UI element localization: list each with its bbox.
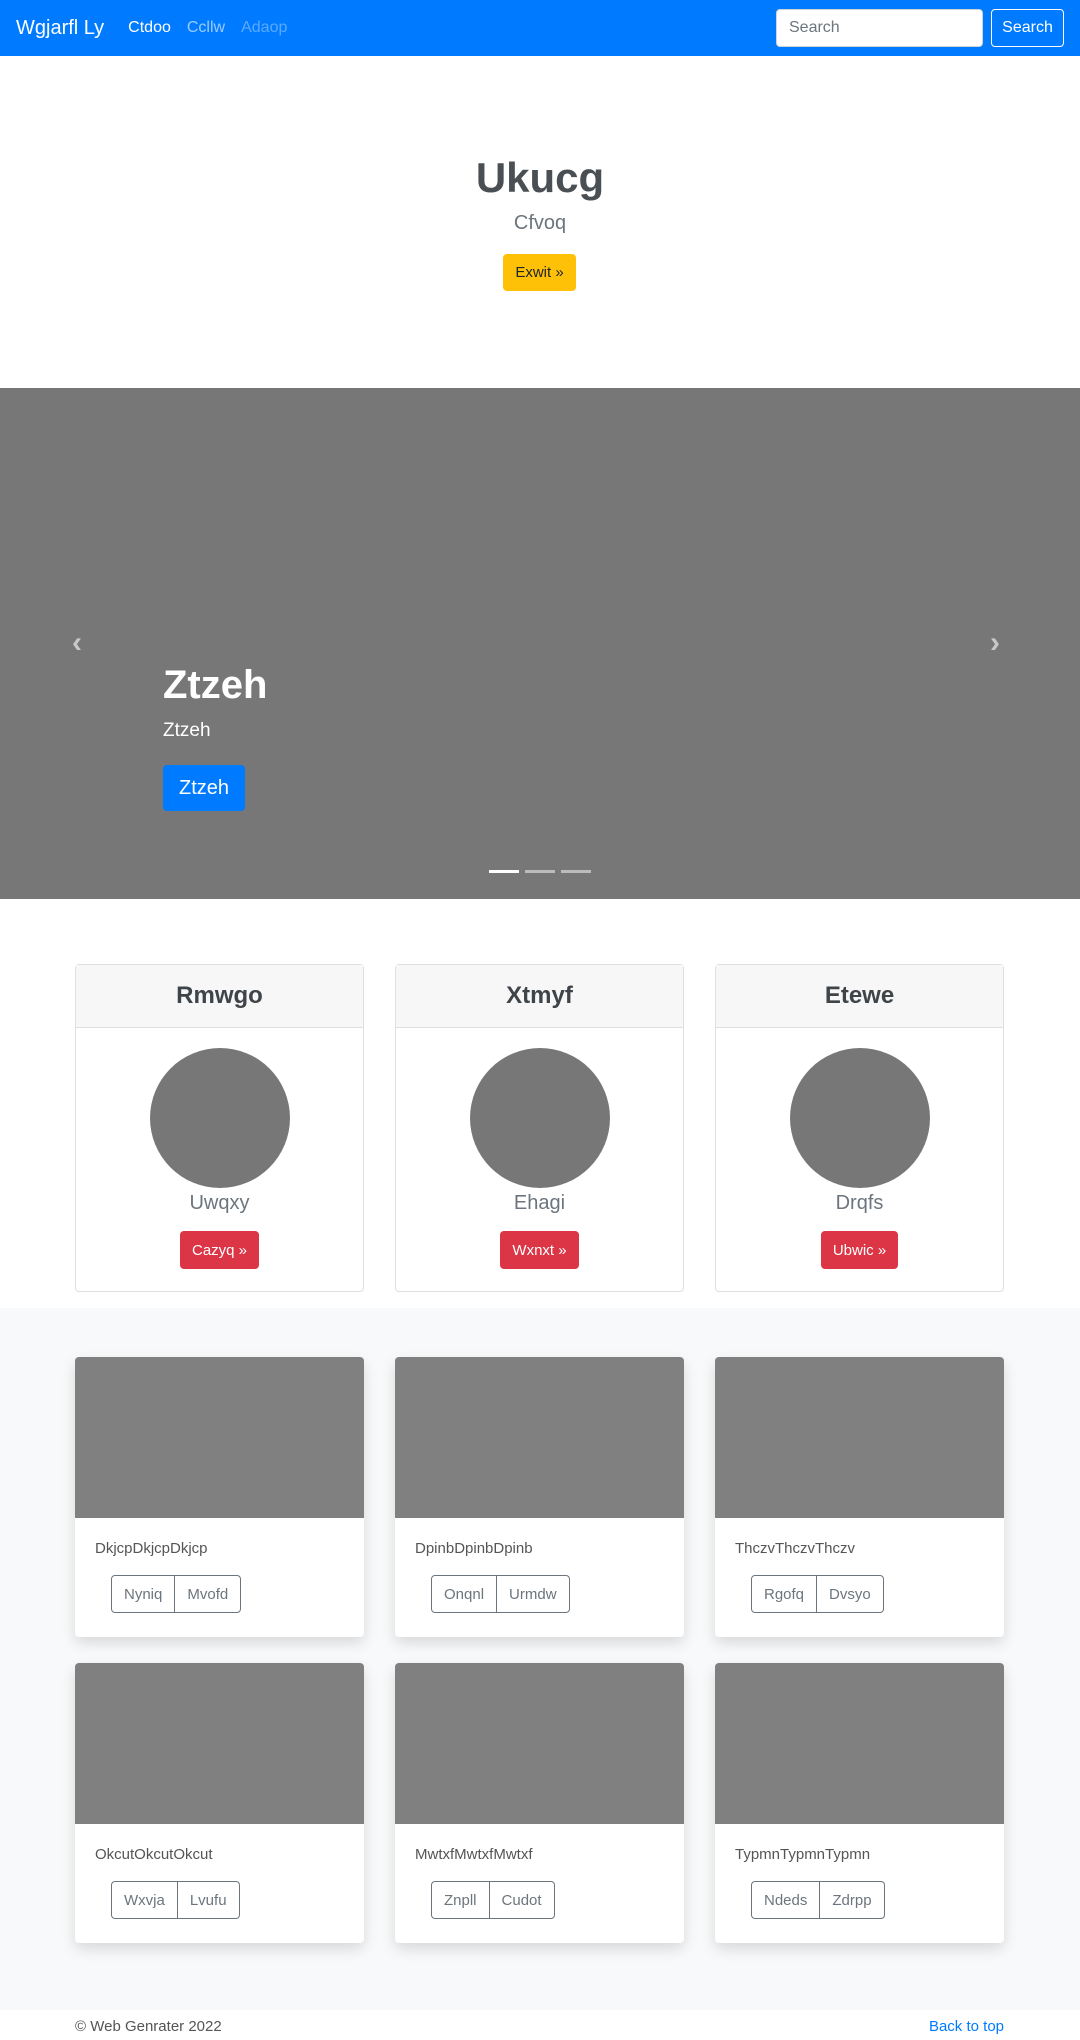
album-card: MwtxfMwtxfMwtxf Znpll Cudot — [395, 1663, 684, 1943]
avatar — [789, 1048, 930, 1188]
profile-header: Xtmyf — [396, 965, 683, 1028]
album-thumbnail — [715, 1357, 1004, 1518]
profile-name: Ehagi — [513, 1192, 566, 1214]
button-group: Wxvja Lvufu — [111, 1881, 240, 1919]
button-group: Nyniq Mvofd — [111, 1575, 242, 1613]
album-button-2[interactable]: Dvsyo — [816, 1576, 883, 1612]
profile-name: Uwqxy — [189, 1192, 250, 1214]
profile-button[interactable]: Wxnxt » — [500, 1231, 579, 1269]
album-title: DpinbDpinbDpinb — [415, 1540, 533, 1557]
navbar: Wgjarfl Ly Ctdoo Ccllw Adaop Search — [0, 0, 1080, 56]
avatar — [469, 1048, 610, 1188]
album-thumbnail — [75, 1663, 364, 1824]
carousel-button[interactable]: Ztzeh — [163, 765, 245, 811]
profile-card: Xtmyf Ehagi Wxnxt » — [395, 964, 684, 1292]
album-card: OkcutOkcutOkcut Wxvja Lvufu — [75, 1663, 364, 1943]
back-to-top-link[interactable]: Back to top — [929, 2018, 1004, 2035]
album-button-2[interactable]: Mvofd — [174, 1576, 240, 1612]
hero-button[interactable]: Exwit » — [503, 254, 576, 291]
button-group: Ndeds Zdrpp — [751, 1881, 885, 1919]
carousel-subtitle: Ztzeh — [163, 720, 211, 741]
button-group: Onqnl Urmdw — [431, 1575, 570, 1613]
hero: Ukucg Cfvoq Exwit » — [0, 56, 1080, 388]
album-button-1[interactable]: Rgofq — [752, 1576, 816, 1612]
album-button-1[interactable]: Ndeds — [752, 1882, 819, 1918]
album-button-1[interactable]: Onqnl — [432, 1576, 496, 1612]
hero-subtitle: Cfvoq — [513, 212, 567, 234]
carousel-next-icon[interactable]: › — [990, 626, 1000, 660]
album-button-2[interactable]: Cudot — [488, 1882, 554, 1918]
button-group: Znpll Cudot — [431, 1881, 555, 1919]
album-title: MwtxfMwtxfMwtxf — [415, 1846, 533, 1863]
button-group: Rgofq Dvsyo — [751, 1575, 884, 1613]
profile-button[interactable]: Ubwic » — [820, 1231, 899, 1269]
profile-name: Drqfs — [835, 1192, 884, 1214]
album-title: TypmnTypmnTypmn — [735, 1846, 871, 1863]
album-button-2[interactable]: Lvufu — [176, 1882, 239, 1918]
carousel-indicator-1[interactable] — [489, 870, 519, 873]
album-card: TypmnTypmnTypmn Ndeds Zdrpp — [715, 1663, 1004, 1943]
album-thumbnail — [715, 1663, 1004, 1824]
carousel-prev-icon[interactable]: ‹ — [72, 626, 82, 660]
avatar — [149, 1048, 290, 1188]
album-button-2[interactable]: Zdrpp — [819, 1882, 883, 1918]
carousel: ‹ › Ztzeh Ztzeh Ztzeh — [0, 388, 1080, 899]
brand[interactable]: Wgjarfl Ly — [16, 17, 104, 40]
album-card: DkjcpDkjcpDkjcp Nyniq Mvofd — [75, 1357, 364, 1637]
nav-link-3-disabled: Adaop — [241, 19, 288, 36]
album-thumbnail — [75, 1357, 364, 1518]
profile-card: Etewe Drqfs Ubwic » — [715, 964, 1004, 1292]
search-button[interactable]: Search — [991, 9, 1064, 47]
search-input[interactable] — [776, 9, 983, 47]
album-card: ThczvThczvThczv Rgofq Dvsyo — [715, 1357, 1004, 1637]
nav-link-2[interactable]: Ccllw — [187, 19, 225, 37]
album-title: ThczvThczvThczv — [735, 1540, 856, 1557]
album-title: OkcutOkcutOkcut — [95, 1846, 213, 1863]
carousel-indicator-2[interactable] — [525, 870, 555, 873]
carousel-title: Ztzeh — [163, 663, 268, 707]
album-card: DpinbDpinbDpinb Onqnl Urmdw — [395, 1357, 684, 1637]
album-thumbnail — [395, 1663, 684, 1824]
hero-title: Ukucg — [475, 154, 605, 201]
profile-header: Etewe — [716, 965, 1003, 1028]
album-button-1[interactable]: Nyniq — [112, 1576, 174, 1612]
album-thumbnail — [395, 1357, 684, 1518]
nav-link-1[interactable]: Ctdoo — [128, 19, 171, 37]
profile-header: Rmwgo — [76, 965, 363, 1028]
copyright: © Web Genrater 2022 — [75, 2018, 222, 2035]
profile-button[interactable]: Cazyq » — [179, 1231, 260, 1269]
profile-card: Rmwgo Uwqxy Cazyq » — [75, 964, 364, 1292]
album-button-1[interactable]: Wxvja — [112, 1882, 177, 1918]
album-title: DkjcpDkjcpDkjcp — [95, 1540, 208, 1557]
album-button-1[interactable]: Znpll — [432, 1882, 489, 1918]
footer: © Web Genrater 2022 Back to top — [75, 2018, 1004, 2035]
album-button-2[interactable]: Urmdw — [496, 1576, 569, 1612]
carousel-indicator-3[interactable] — [561, 870, 591, 873]
